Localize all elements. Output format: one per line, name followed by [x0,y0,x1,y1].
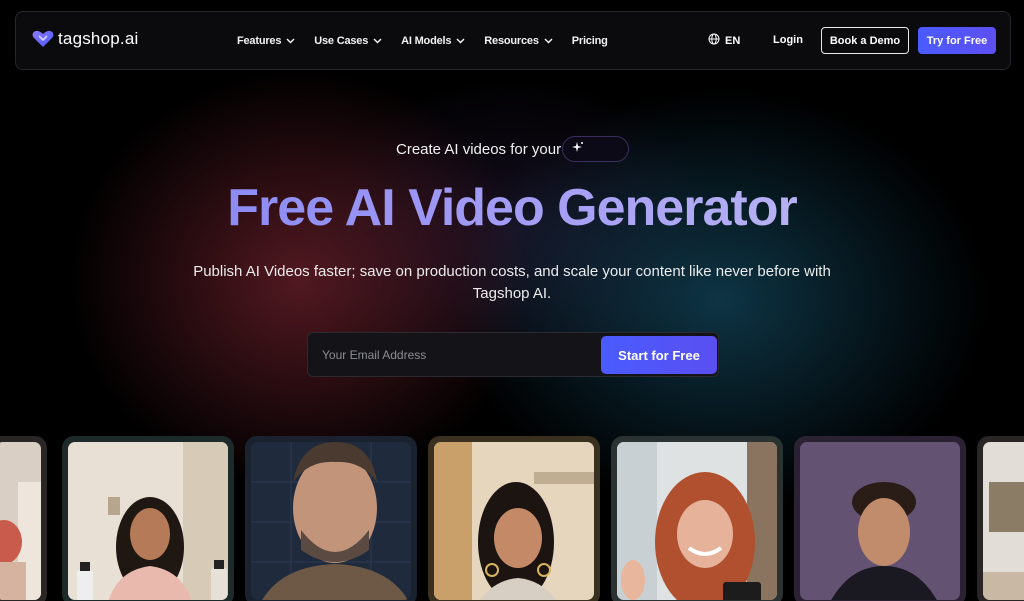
menu-item-use-cases[interactable]: Use Cases [314,35,382,47]
heart-logo-icon [32,30,54,48]
menu-item-features[interactable]: Features [237,35,295,47]
video-thumbnail [68,442,228,600]
video-thumbnail [983,442,1024,600]
brand-logo[interactable]: tagshop.ai [32,29,138,49]
login-link[interactable]: Login [773,34,803,46]
start-for-free-button[interactable]: Start for Free [601,336,717,374]
chevron-down-icon [456,35,465,47]
hero-kicker: Create AI videos for your [396,140,562,158]
navbar: tagshop.ai Features Use Cases AI Models … [15,11,1011,70]
brand-name: tagshop.ai [58,29,139,48]
menu-item-resources[interactable]: Resources [484,34,553,47]
hero-title: Free AI Video Generator [0,178,1024,238]
video-card-2[interactable] [245,436,417,601]
menu-item-ai-models[interactable]: AI Models [401,35,465,47]
menu-label: Use Cases [314,34,369,47]
video-thumbnail [0,442,41,600]
video-card-3[interactable] [428,436,600,601]
language-label: EN [725,34,741,47]
menu-label: Features [237,34,282,47]
video-card-partial-left[interactable] [0,436,47,601]
main-menu: Features Use Cases AI Models Resources P… [237,12,627,69]
book-demo-button[interactable]: Book a Demo [821,27,909,54]
chevron-down-icon [544,35,553,47]
video-thumbnail [434,442,594,600]
language-selector[interactable]: EN [708,33,740,48]
menu-label: AI Models [401,34,452,47]
video-thumbnail [800,442,960,600]
rotating-word-pill [562,136,629,162]
video-thumbnail [251,442,411,600]
video-card-4[interactable] [611,436,783,601]
globe-icon [708,33,720,48]
chevron-down-icon [373,35,382,47]
menu-label: Pricing [571,34,608,47]
try-for-free-button[interactable]: Try for Free [918,27,996,54]
hero-subtitle: Publish AI Videos faster; save on produc… [193,263,831,302]
chevron-down-icon [286,35,295,47]
email-input[interactable] [322,344,592,366]
menu-item-pricing[interactable]: Pricing [572,35,608,47]
video-card-partial-right[interactable] [977,436,1024,601]
video-thumbnail [617,442,777,600]
menu-label: Resources [484,34,539,47]
video-card-5[interactable] [794,436,966,601]
sparkle-icon [572,140,584,158]
video-card-1[interactable] [62,436,234,601]
email-signup-form: Start for Free [307,332,719,377]
